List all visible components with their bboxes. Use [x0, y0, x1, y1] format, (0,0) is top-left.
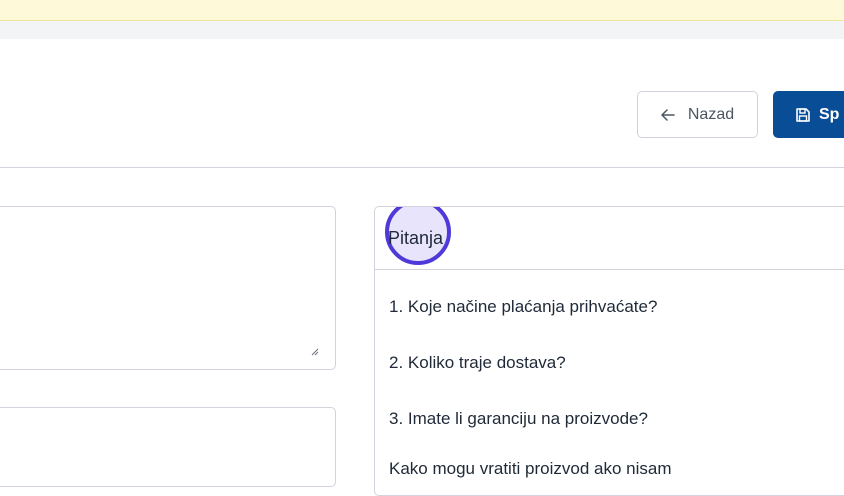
question-text: Kako mogu vratiti proizvod ako nisam — [389, 459, 672, 478]
back-button-label: Nazad — [687, 105, 735, 123]
questions-title: Pitanja — [388, 228, 444, 248]
floppy-disk-icon — [796, 107, 810, 122]
questions-card: Pitanja 1. Koje načine plaćanja prihvaća… — [374, 206, 844, 496]
question-item[interactable]: Kako mogu vratiti proizvod ako nisam — [389, 459, 672, 479]
question-item[interactable]: 1. Koje načine plaćanja prihvaćate? — [389, 297, 657, 317]
question-text: 1. Koje načine plaćanja prihvaćate? — [389, 297, 658, 316]
subheader-band — [0, 21, 844, 39]
text-area-field[interactable] — [0, 206, 336, 370]
questions-card-header: Pitanja — [375, 207, 844, 270]
save-button-label: Sp — [819, 105, 840, 123]
question-item[interactable]: 2. Koliko traje dostava? — [389, 353, 566, 373]
back-button[interactable]: Nazad — [637, 91, 758, 138]
question-text: 3. Imate li garanciju na proizvode? — [389, 409, 648, 428]
resize-handle-icon[interactable] — [309, 346, 319, 356]
question-item[interactable]: 3. Imate li garanciju na proizvode? — [389, 409, 648, 429]
save-button[interactable]: Sp — [773, 91, 844, 138]
arrow-left-icon — [661, 108, 675, 121]
header-divider — [0, 167, 844, 168]
secondary-field[interactable] — [0, 407, 336, 487]
notice-banner — [0, 0, 844, 21]
question-text: 2. Koliko traje dostava? — [389, 353, 566, 372]
